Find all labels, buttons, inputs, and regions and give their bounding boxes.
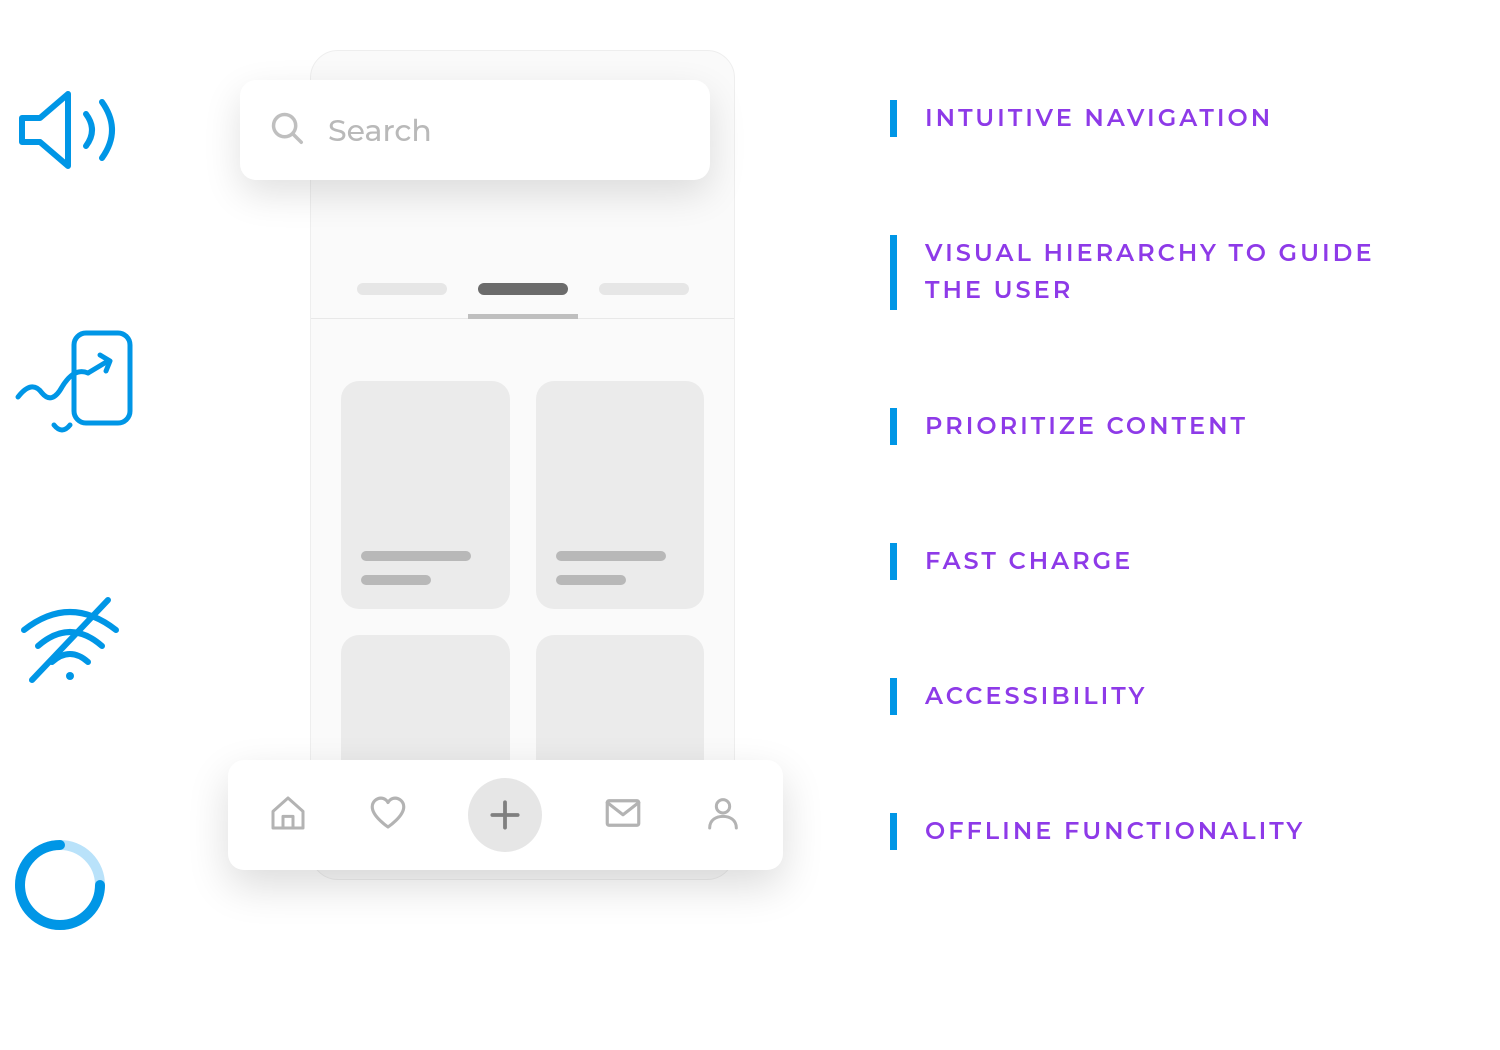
home-icon[interactable]: [268, 793, 308, 838]
search-bar[interactable]: Search: [240, 80, 710, 180]
feature-item: VISUAL HIERARCHY TO GUIDE THE USER: [890, 235, 1430, 309]
tab-1[interactable]: [357, 283, 447, 295]
content-card[interactable]: [341, 381, 510, 609]
card-title-placeholder: [556, 551, 666, 561]
left-icon-column: [10, 80, 160, 940]
profile-icon[interactable]: [703, 793, 743, 838]
add-button[interactable]: [468, 778, 542, 852]
loading-spinner-icon: [10, 835, 110, 940]
feature-label: ACCESSIBILITY: [925, 678, 1147, 715]
card-subtitle-placeholder: [556, 575, 626, 585]
feature-accent-bar: [890, 100, 897, 137]
tab-3[interactable]: [599, 283, 689, 295]
swipe-gesture-icon: [10, 325, 150, 450]
feature-accent-bar: [890, 543, 897, 580]
feature-label: FAST CHARGE: [925, 543, 1133, 580]
feature-label: VISUAL HIERARCHY TO GUIDE THE USER: [925, 235, 1430, 309]
feature-accent-bar: [890, 408, 897, 445]
feature-accent-bar: [890, 678, 897, 715]
feature-item: ACCESSIBILITY: [890, 678, 1430, 715]
tab-2-active[interactable]: [478, 283, 568, 295]
feature-item: FAST CHARGE: [890, 543, 1430, 580]
feature-item: PRIORITIZE CONTENT: [890, 408, 1430, 445]
tab-row: [311, 259, 734, 319]
content-card[interactable]: [536, 381, 705, 609]
heart-icon[interactable]: [367, 792, 409, 839]
bottom-nav: [228, 760, 783, 870]
mail-icon[interactable]: [602, 792, 644, 839]
feature-list: INTUITIVE NAVIGATION VISUAL HIERARCHY TO…: [890, 100, 1430, 850]
feature-item: INTUITIVE NAVIGATION: [890, 100, 1430, 137]
feature-accent-bar: [890, 813, 897, 850]
card-subtitle-placeholder: [361, 575, 431, 585]
feature-item: OFFLINE FUNCTIONALITY: [890, 813, 1430, 850]
feature-label: OFFLINE FUNCTIONALITY: [925, 813, 1305, 850]
feature-label: PRIORITIZE CONTENT: [925, 408, 1248, 445]
search-placeholder: Search: [328, 112, 432, 149]
wifi-off-icon: [10, 590, 130, 695]
feature-label: INTUITIVE NAVIGATION: [925, 100, 1273, 137]
card-title-placeholder: [361, 551, 471, 561]
search-icon: [268, 109, 306, 152]
speaker-icon: [10, 80, 130, 185]
tab-indicator: [468, 314, 578, 319]
feature-accent-bar: [890, 235, 897, 309]
